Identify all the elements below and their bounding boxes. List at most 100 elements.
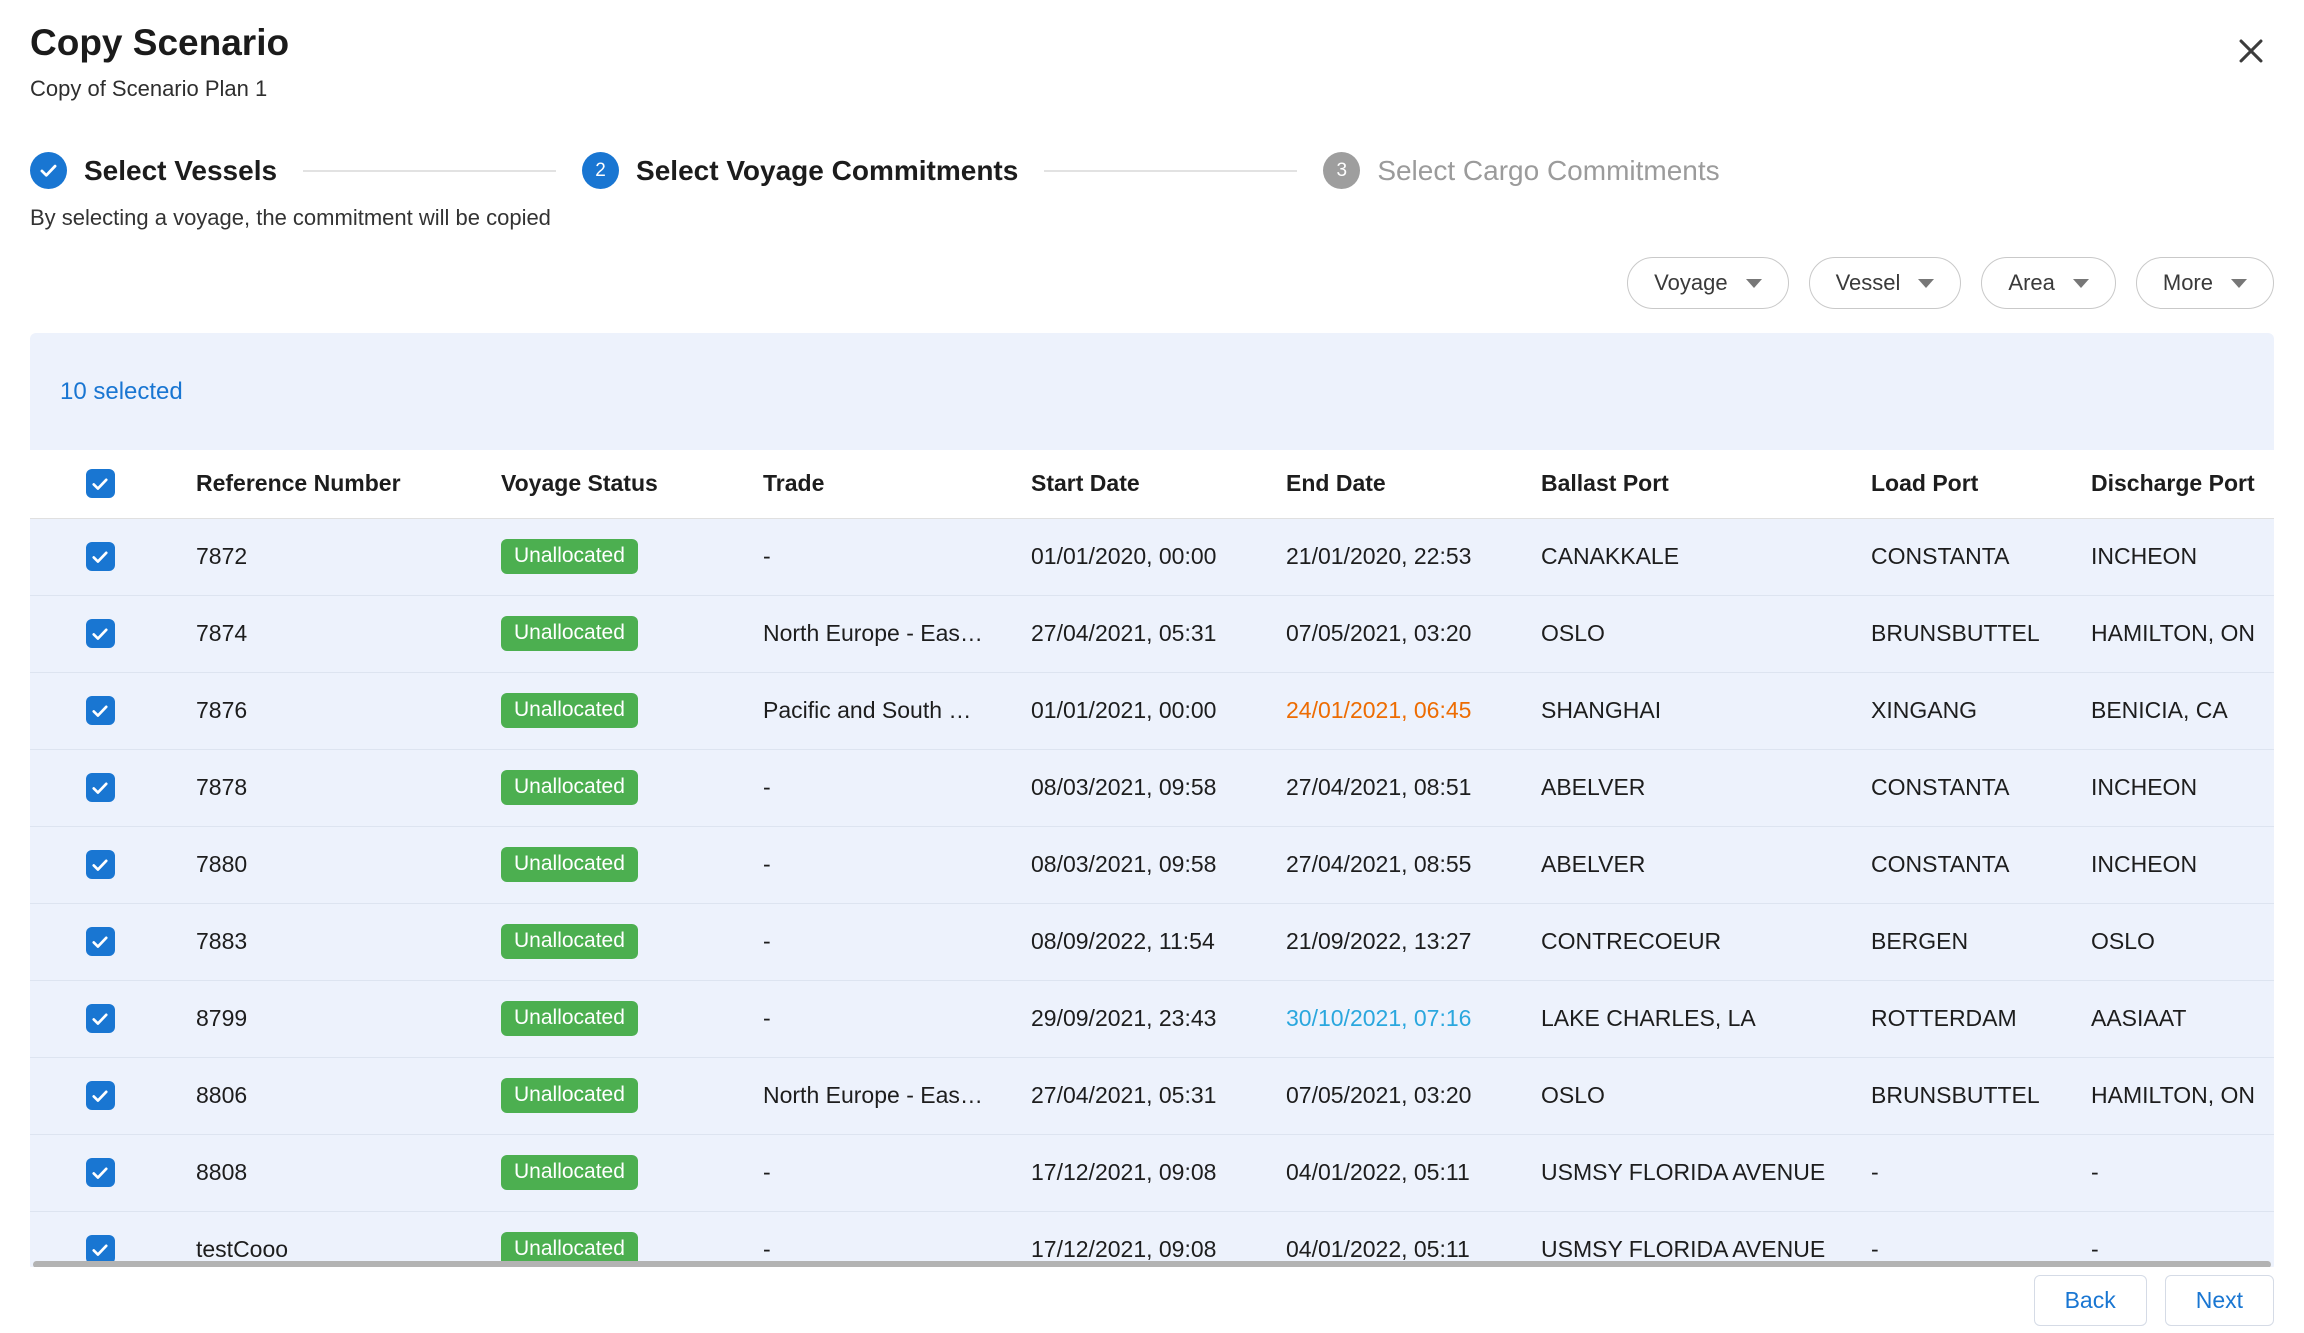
cell-discharge-port: HAMILTON, ON	[2065, 1057, 2274, 1134]
table-row[interactable]: 7872 Unallocated - 01/01/2020, 00:00 21/…	[30, 518, 2274, 595]
helper-text: By selecting a voyage, the commitment wi…	[30, 205, 2274, 231]
column-header-voyage-status[interactable]: Voyage Status	[475, 450, 737, 518]
cell-discharge-port: AASIAAT	[2065, 980, 2274, 1057]
row-checkbox[interactable]	[86, 619, 115, 648]
cell-voyage-status: Unallocated	[475, 1134, 737, 1211]
cell-end-date: 21/01/2020, 22:53	[1260, 518, 1515, 595]
row-checkbox[interactable]	[86, 1081, 115, 1110]
status-badge: Unallocated	[501, 770, 638, 805]
cell-discharge-port: INCHEON	[2065, 749, 2274, 826]
cell-voyage-status: Unallocated	[475, 749, 737, 826]
chevron-down-icon	[2231, 279, 2247, 288]
column-header-load-port[interactable]: Load Port	[1845, 450, 2065, 518]
filters-row: Voyage Vessel Area More	[30, 257, 2274, 309]
voyage-table-container: 10 selected Reference Number Voyage Stat…	[30, 333, 2274, 1271]
stepper: Select Vessels 2 Select Voyage Commitmen…	[30, 152, 2274, 189]
table-row[interactable]: 8808 Unallocated - 17/12/2021, 09:08 04/…	[30, 1134, 2274, 1211]
column-header-start-date[interactable]: Start Date	[1005, 450, 1260, 518]
row-checkbox[interactable]	[86, 1158, 115, 1187]
chevron-down-icon	[1746, 279, 1762, 288]
cell-start-date: 27/04/2021, 05:31	[1005, 1057, 1260, 1134]
table-row[interactable]: 8799 Unallocated - 29/09/2021, 23:43 30/…	[30, 980, 2274, 1057]
status-badge: Unallocated	[501, 1001, 638, 1036]
row-checkbox[interactable]	[86, 773, 115, 802]
copy-scenario-dialog: Copy Scenario Copy of Scenario Plan 1 Se…	[0, 0, 2304, 1271]
selection-toolbar: 10 selected	[30, 333, 2274, 450]
table-row[interactable]: 7876 Unallocated Pacific and South … 01/…	[30, 672, 2274, 749]
row-checkbox[interactable]	[86, 542, 115, 571]
step-select-vessels[interactable]: Select Vessels	[30, 152, 277, 189]
vessel-filter-button[interactable]: Vessel	[1809, 257, 1962, 309]
row-checkbox[interactable]	[86, 927, 115, 956]
column-header-discharge-port[interactable]: Discharge Port	[2065, 450, 2274, 518]
cell-load-port: BRUNSBUTTEL	[1845, 595, 2065, 672]
vessel-filter-label: Vessel	[1836, 270, 1901, 296]
voyage-filter-button[interactable]: Voyage	[1627, 257, 1788, 309]
step-2-label: Select Voyage Commitments	[636, 155, 1018, 187]
next-button[interactable]: Next	[2165, 1275, 2274, 1326]
cell-voyage-status: Unallocated	[475, 672, 737, 749]
table-row[interactable]: 7878 Unallocated - 08/03/2021, 09:58 27/…	[30, 749, 2274, 826]
cell-start-date: 17/12/2021, 09:08	[1005, 1134, 1260, 1211]
cell-trade: North Europe - Eas…	[737, 1057, 1005, 1134]
step-select-voyage-commitments[interactable]: 2 Select Voyage Commitments	[582, 152, 1018, 189]
column-header-ballast-port[interactable]: Ballast Port	[1515, 450, 1845, 518]
close-icon[interactable]	[2228, 28, 2274, 77]
cell-load-port: BRUNSBUTTEL	[1845, 1057, 2065, 1134]
cell-start-date: 01/01/2021, 00:00	[1005, 672, 1260, 749]
area-filter-button[interactable]: Area	[1981, 257, 2115, 309]
cell-load-port: CONSTANTA	[1845, 518, 2065, 595]
cell-discharge-port: OSLO	[2065, 903, 2274, 980]
cell-start-date: 08/03/2021, 09:58	[1005, 826, 1260, 903]
cell-trade: -	[737, 1134, 1005, 1211]
step-completed-check-icon	[30, 152, 67, 189]
cell-reference-number: 7872	[170, 518, 475, 595]
cell-discharge-port: -	[2065, 1134, 2274, 1211]
cell-voyage-status: Unallocated	[475, 595, 737, 672]
selected-count: 10 selected	[60, 378, 183, 406]
table-row[interactable]: 7874 Unallocated North Europe - Eas… 27/…	[30, 595, 2274, 672]
table-row[interactable]: 7883 Unallocated - 08/09/2022, 11:54 21/…	[30, 903, 2274, 980]
cell-trade: -	[737, 980, 1005, 1057]
cell-trade: -	[737, 903, 1005, 980]
more-filter-button[interactable]: More	[2136, 257, 2274, 309]
cell-discharge-port: INCHEON	[2065, 518, 2274, 595]
step-2-number: 2	[582, 152, 619, 189]
cell-ballast-port: CANAKKALE	[1515, 518, 1845, 595]
cell-start-date: 27/04/2021, 05:31	[1005, 595, 1260, 672]
column-header-trade[interactable]: Trade	[737, 450, 1005, 518]
cell-end-date: 24/01/2021, 06:45	[1260, 672, 1515, 749]
row-checkbox[interactable]	[86, 696, 115, 725]
step-3-label: Select Cargo Commitments	[1377, 155, 1719, 187]
column-header-reference-number[interactable]: Reference Number	[170, 450, 475, 518]
select-all-checkbox[interactable]	[86, 469, 115, 498]
cell-voyage-status: Unallocated	[475, 826, 737, 903]
cell-ballast-port: OSLO	[1515, 1057, 1845, 1134]
step-select-cargo-commitments[interactable]: 3 Select Cargo Commitments	[1323, 152, 1719, 189]
cell-load-port: -	[1845, 1134, 2065, 1211]
cell-load-port: CONSTANTA	[1845, 749, 2065, 826]
row-checkbox[interactable]	[86, 1004, 115, 1033]
cell-trade: North Europe - Eas…	[737, 595, 1005, 672]
cell-reference-number: 7883	[170, 903, 475, 980]
status-badge: Unallocated	[501, 616, 638, 651]
cell-end-date: 07/05/2021, 03:20	[1260, 1057, 1515, 1134]
cell-load-port: CONSTANTA	[1845, 826, 2065, 903]
cell-end-date: 27/04/2021, 08:55	[1260, 826, 1515, 903]
cell-end-date: 07/05/2021, 03:20	[1260, 595, 1515, 672]
cell-voyage-status: Unallocated	[475, 518, 737, 595]
cell-end-date: 04/01/2022, 05:11	[1260, 1134, 1515, 1211]
cell-voyage-status: Unallocated	[475, 1057, 737, 1134]
table-row[interactable]: 8806 Unallocated North Europe - Eas… 27/…	[30, 1057, 2274, 1134]
row-checkbox[interactable]	[86, 1235, 115, 1264]
cell-end-date: 21/09/2022, 13:27	[1260, 903, 1515, 980]
cell-load-port: BERGEN	[1845, 903, 2065, 980]
cell-reference-number: 8799	[170, 980, 475, 1057]
stepper-connector	[1044, 170, 1297, 172]
table-row[interactable]: 7880 Unallocated - 08/03/2021, 09:58 27/…	[30, 826, 2274, 903]
row-checkbox[interactable]	[86, 850, 115, 879]
back-button[interactable]: Back	[2034, 1275, 2147, 1326]
column-header-end-date[interactable]: End Date	[1260, 450, 1515, 518]
cell-start-date: 08/03/2021, 09:58	[1005, 749, 1260, 826]
area-filter-label: Area	[2008, 270, 2054, 296]
